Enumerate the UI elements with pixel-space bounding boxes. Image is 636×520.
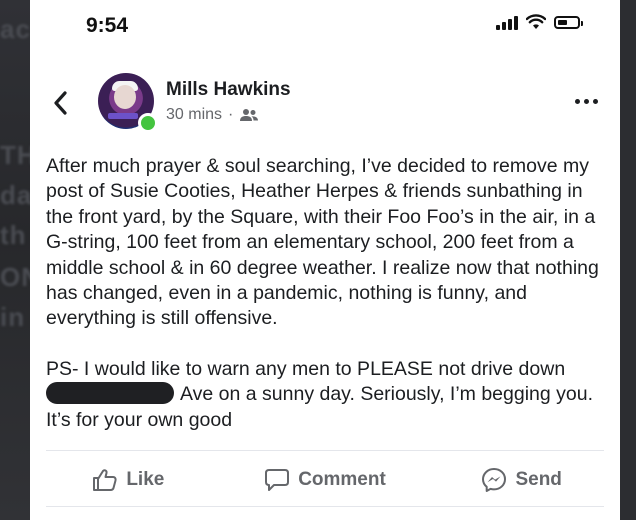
wifi-icon — [526, 14, 546, 29]
send-label: Send — [515, 469, 562, 490]
background-ghost-text: th — [0, 220, 27, 250]
background-ghost-text: da — [0, 180, 33, 210]
post-paragraph: PS- I would like to warn any men to PLEA… — [46, 357, 606, 433]
meta-separator: · — [228, 106, 234, 123]
post-body: After much prayer & soul searching, I’ve… — [46, 154, 606, 433]
online-status-dot — [138, 113, 158, 133]
messenger-icon — [482, 468, 507, 492]
send-button[interactable]: Send — [423, 458, 620, 502]
status-time: 9:54 — [86, 14, 129, 37]
author-name[interactable]: Mills Hawkins — [166, 79, 291, 101]
phone-screen: 9:54 Mills Hawkins 30 mins · After much … — [30, 0, 620, 520]
post-meta: 30 mins · — [166, 106, 259, 124]
friends-audience-icon — [240, 109, 259, 121]
background-left-strip: ac TH da th ON in — [0, 0, 40, 520]
thumbs-up-icon — [93, 469, 117, 491]
post-paragraph: After much prayer & soul searching, I’ve… — [46, 155, 599, 330]
background-right-strip — [620, 0, 636, 520]
like-label: Like — [126, 469, 165, 490]
post-actions-bar: Like Comment Send — [30, 458, 620, 502]
redacted-street-name — [46, 382, 174, 405]
comment-button[interactable]: Comment — [227, 458, 424, 502]
background-ghost-text: ac — [0, 14, 31, 44]
back-arrow-icon[interactable] — [50, 90, 72, 116]
comment-label: Comment — [298, 469, 386, 490]
like-button[interactable]: Like — [30, 458, 227, 502]
divider — [46, 506, 604, 507]
more-options-icon[interactable] — [575, 99, 598, 104]
comment-icon — [265, 469, 290, 491]
battery-icon — [554, 15, 583, 29]
background-ghost-text: in — [0, 302, 26, 332]
post-time[interactable]: 30 mins — [166, 106, 222, 124]
divider — [46, 450, 604, 451]
post-ps-line: PS- I would like to warn any men to PLEA… — [46, 357, 566, 380]
signal-icon — [496, 14, 518, 30]
status-icons — [496, 14, 583, 30]
